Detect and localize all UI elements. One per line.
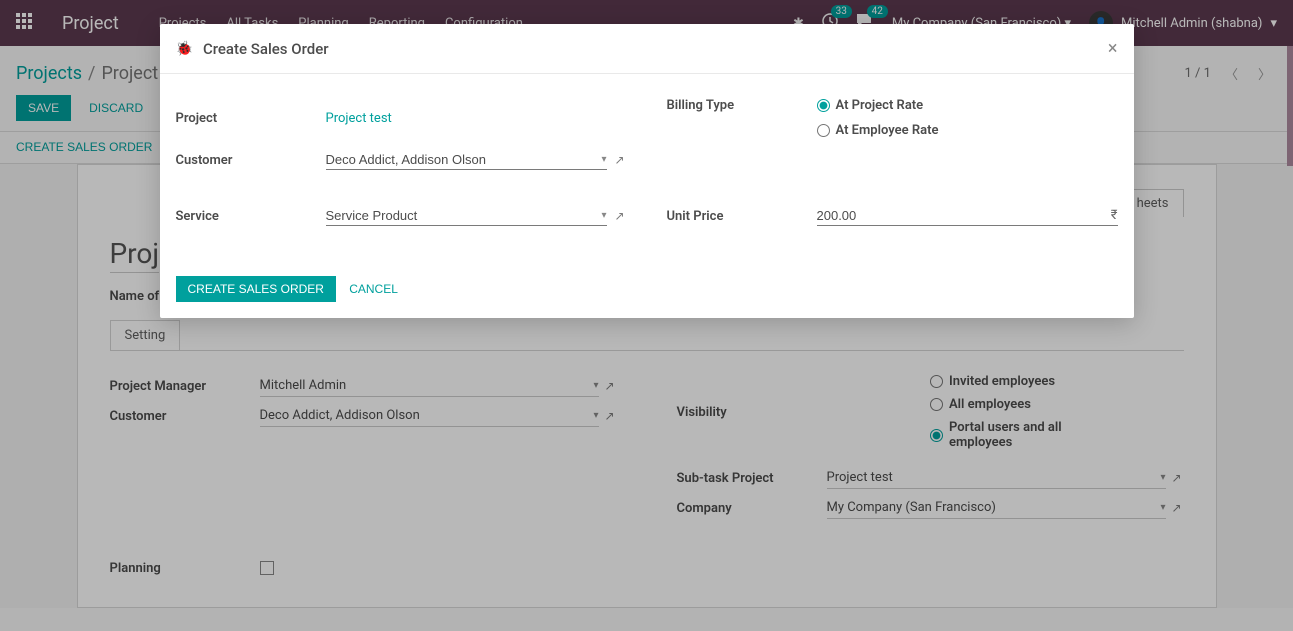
modal-service-field[interactable]: ▾	[326, 206, 607, 226]
dropdown-icon[interactable]: ▾	[597, 154, 606, 165]
modal-backdrop[interactable]: 🐞 Create Sales Order × Project Project t…	[0, 0, 1293, 631]
billing-employee-rate[interactable]: At Employee Rate	[817, 123, 967, 138]
modal-customer-input[interactable]	[326, 152, 598, 167]
bug-icon[interactable]: 🐞	[176, 41, 193, 57]
dropdown-icon[interactable]: ▾	[597, 210, 606, 221]
close-icon[interactable]: ×	[1108, 38, 1118, 59]
modal-title: Create Sales Order	[203, 40, 329, 58]
modal-customer-field[interactable]: ▾	[326, 150, 607, 170]
create-sales-order-modal: 🐞 Create Sales Order × Project Project t…	[160, 24, 1134, 318]
modal-project-label: Project	[176, 111, 326, 126]
modal-service-label: Service	[176, 209, 326, 224]
currency-symbol: ₹	[1111, 208, 1118, 223]
external-link-icon[interactable]	[615, 209, 627, 223]
external-link-icon[interactable]	[615, 153, 627, 167]
modal-create-button[interactable]: CREATE SALES ORDER	[176, 276, 336, 302]
billing-project-rate[interactable]: At Project Rate	[817, 98, 967, 113]
modal-unit-price-label: Unit Price	[667, 209, 817, 224]
modal-unit-price-input[interactable]	[817, 208, 1107, 223]
modal-unit-price-field[interactable]: ₹	[817, 206, 1118, 226]
modal-project-value[interactable]: Project test	[326, 111, 392, 126]
modal-customer-label: Customer	[176, 153, 326, 168]
modal-service-input[interactable]	[326, 208, 598, 223]
modal-cancel-button[interactable]: CANCEL	[339, 276, 408, 302]
modal-billing-label: Billing Type	[667, 98, 817, 113]
